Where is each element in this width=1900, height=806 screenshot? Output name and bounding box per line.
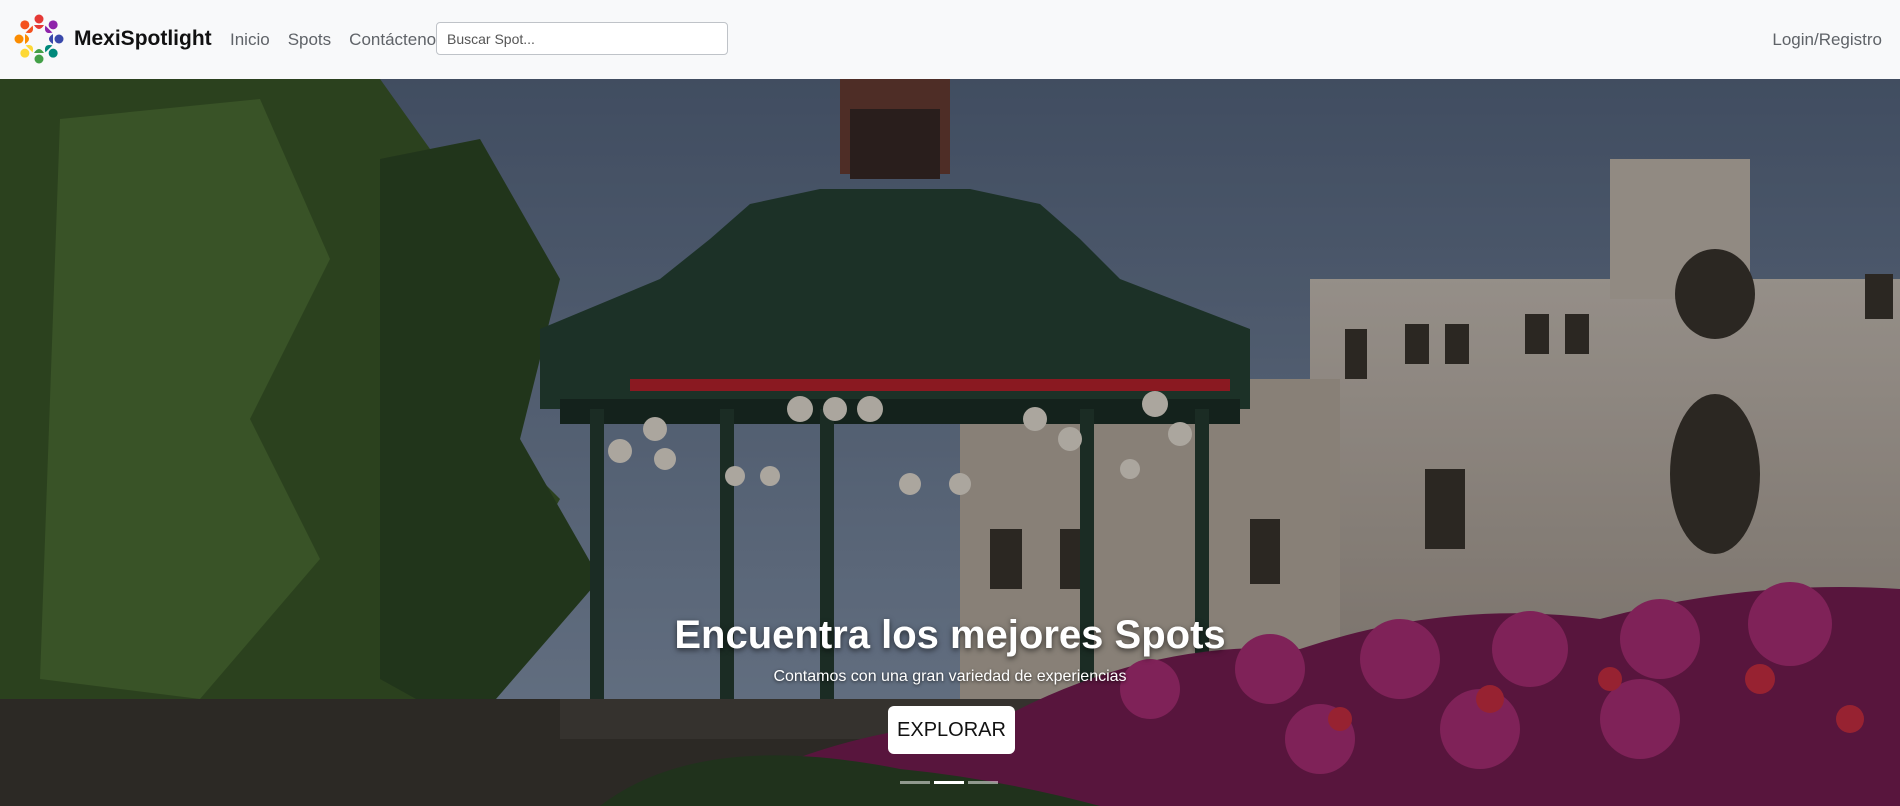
- hero-title: Encuentra los mejores Spots: [674, 613, 1226, 657]
- search-input[interactable]: [436, 22, 728, 55]
- hero-carousel: Encuentra los mejores Spots Contamos con…: [0, 79, 1900, 806]
- hero-overlay: [0, 79, 1900, 806]
- hero-subtitle: Contamos con una gran variedad de experi…: [773, 668, 1127, 685]
- carousel-indicator-2[interactable]: [934, 781, 964, 784]
- carousel-indicators: [900, 781, 1002, 784]
- nav-links: Inicio Spots Contáctenos: [230, 0, 463, 79]
- brand[interactable]: MexiSpotlight: [10, 10, 212, 68]
- colorful-people-circle-logo-icon: [14, 14, 64, 64]
- carousel-indicator-3[interactable]: [968, 781, 998, 784]
- nav-link-inicio[interactable]: Inicio: [230, 30, 270, 50]
- nav-link-spots[interactable]: Spots: [288, 30, 331, 50]
- nav-link-contactenos[interactable]: Contáctenos: [349, 30, 444, 50]
- navbar: MexiSpotlight Inicio Spots Contáctenos L…: [0, 0, 1900, 79]
- explore-button[interactable]: EXPLORAR: [888, 706, 1015, 754]
- login-register-link[interactable]: Login/Registro: [1772, 30, 1882, 50]
- carousel-indicator-1[interactable]: [900, 781, 930, 784]
- brand-name: MexiSpotlight: [74, 27, 212, 50]
